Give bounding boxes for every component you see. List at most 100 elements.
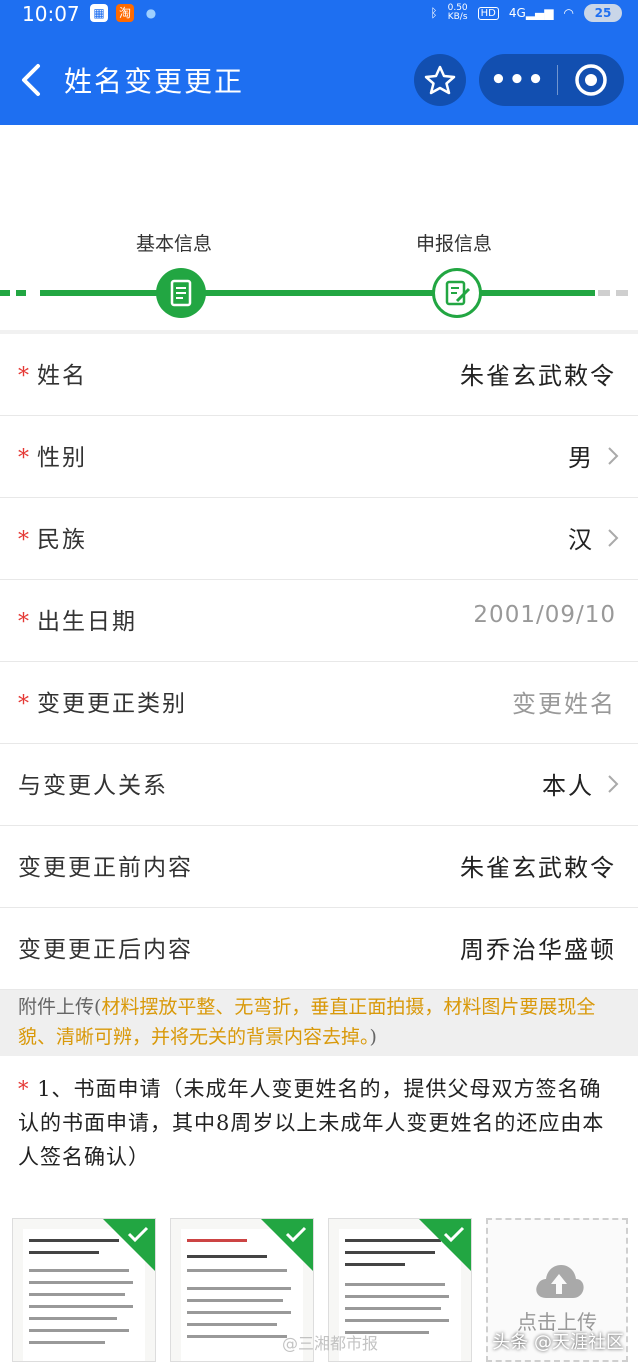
row-label: * 民族 bbox=[18, 520, 87, 554]
network-speed: 0.50 KB/s bbox=[448, 4, 468, 22]
row-before-content: 变更更正前内容 朱雀玄武敕令 bbox=[0, 826, 638, 908]
required-mark: * bbox=[18, 446, 31, 471]
row-label-text: 出生日期 bbox=[37, 609, 137, 635]
attachment-notice: 附件上传(材料摆放平整、无弯折，垂直正面拍摄，材料图片要展现全貌、清晰可辨，并将… bbox=[0, 990, 638, 1056]
row-label-text: 变更更正类别 bbox=[37, 691, 187, 717]
row-birthdate: * 出生日期 2001/09/10 bbox=[0, 580, 638, 662]
check-icon bbox=[443, 1226, 465, 1243]
page-title: 姓名变更更正 bbox=[64, 65, 245, 98]
requirement-item-1: * 1、书面申请（未成年人变更姓名的，提供父母双方签名确认的书面申请，其中8周岁… bbox=[0, 1072, 638, 1174]
birthdate-value: 2001/09/10 bbox=[473, 602, 616, 628]
step-dash-right bbox=[598, 290, 628, 296]
change-category-value: 变更姓名 bbox=[512, 690, 616, 718]
row-label-text: 姓名 bbox=[37, 363, 87, 389]
row-ethnicity[interactable]: * 民族 汉 bbox=[0, 498, 638, 580]
notification-icons: ▦ 淘 ● bbox=[90, 4, 160, 22]
battery-indicator: 25 bbox=[584, 4, 622, 22]
chevron-right-icon bbox=[608, 447, 619, 465]
row-label: * 姓名 bbox=[18, 356, 87, 390]
doc-line bbox=[187, 1311, 291, 1314]
status-bar: 10:07 ▦ 淘 ● ᛒ 0.50 KB/s HD 4G▂▄▆ ◠ 25 bbox=[0, 0, 638, 30]
name-value: 朱雀玄武敕令 bbox=[460, 362, 616, 390]
miniapp-capsule: ••• bbox=[479, 54, 624, 106]
doc-line bbox=[187, 1335, 287, 1338]
chevron-right-icon bbox=[608, 529, 619, 547]
doc-line bbox=[345, 1319, 449, 1322]
row-change-category: * 变更更正类别 变更姓名 bbox=[0, 662, 638, 744]
doc-line bbox=[345, 1295, 449, 1298]
target-icon bbox=[575, 64, 607, 96]
back-button[interactable] bbox=[16, 60, 46, 100]
network-speed-unit: KB/s bbox=[447, 12, 468, 22]
status-time: 10:07 bbox=[22, 2, 80, 26]
signal-type: 4G bbox=[508, 6, 526, 20]
doc-line bbox=[29, 1317, 117, 1320]
doc-line bbox=[345, 1263, 405, 1266]
uploaded-image-1[interactable] bbox=[12, 1218, 156, 1362]
doc-line bbox=[187, 1255, 267, 1258]
required-mark: * bbox=[18, 364, 31, 389]
attachment-instructions: 材料摆放平整、无弯折，垂直正面拍摄，材料图片要展现全貌、清晰可辨，并将无关的背景… bbox=[18, 996, 596, 1048]
more-button[interactable]: ••• bbox=[479, 67, 557, 93]
doc-line bbox=[345, 1307, 441, 1310]
doc-line bbox=[29, 1305, 133, 1308]
star-icon bbox=[424, 65, 456, 95]
step-label-declare: 申报信息 bbox=[416, 233, 493, 255]
watermark-credit: 头条 @天涯社区 bbox=[492, 1332, 624, 1353]
doc-line bbox=[29, 1251, 99, 1254]
step-basic-info[interactable] bbox=[156, 268, 206, 318]
bluetooth-icon: ᛒ bbox=[430, 6, 438, 20]
step-declare-info[interactable] bbox=[432, 268, 482, 318]
watermark-source: @三湘都市报 bbox=[282, 1334, 379, 1353]
attachment-close: ) bbox=[369, 1026, 377, 1048]
qq-icon: ● bbox=[145, 6, 157, 20]
relationship-value: 本人 bbox=[542, 772, 594, 800]
row-label: * 出生日期 bbox=[18, 602, 137, 636]
before-content-value: 朱雀玄武敕令 bbox=[460, 854, 616, 882]
row-name: * 姓名 朱雀玄武敕令 bbox=[0, 334, 638, 416]
top-bar: 10:07 ▦ 淘 ● ᛒ 0.50 KB/s HD 4G▂▄▆ ◠ 25 姓名… bbox=[0, 0, 638, 125]
requirement-text: 1、书面申请（未成年人变更姓名的，提供父母双方签名确认的书面申请，其中8周岁以上… bbox=[18, 1077, 605, 1169]
document-icon bbox=[170, 279, 192, 307]
hd-badge: HD bbox=[477, 6, 499, 20]
doc-line bbox=[345, 1283, 445, 1286]
required-mark: * bbox=[18, 1077, 30, 1101]
cloud-upload-icon bbox=[536, 1265, 584, 1298]
signal-indicator: 4G▂▄▆ bbox=[509, 6, 554, 20]
row-label: * 变更更正类别 bbox=[18, 684, 187, 718]
edit-form-icon bbox=[445, 280, 471, 306]
status-right: ᛒ 0.50 KB/s HD 4G▂▄▆ ◠ 25 bbox=[430, 4, 622, 22]
row-label: * 性别 bbox=[18, 438, 87, 472]
doc-line bbox=[187, 1299, 283, 1302]
row-label-text: 变更更正后内容 bbox=[18, 937, 193, 963]
step-progress-line bbox=[40, 290, 595, 296]
doc-line bbox=[29, 1281, 133, 1284]
wifi-icon: ◠ bbox=[563, 6, 574, 20]
required-mark: * bbox=[18, 528, 31, 553]
signal-bars-icon: ▂▄▆ bbox=[525, 6, 554, 20]
after-content-value: 周乔治华盛顿 bbox=[460, 936, 616, 964]
step-dash-left bbox=[0, 290, 26, 296]
attachment-heading: 附件上传( bbox=[18, 996, 102, 1018]
chevron-right-icon bbox=[608, 775, 619, 793]
doc-line bbox=[187, 1323, 277, 1326]
doc-line bbox=[29, 1341, 105, 1344]
ethnicity-value: 汉 bbox=[568, 526, 594, 554]
required-mark: * bbox=[18, 610, 31, 635]
required-mark: * bbox=[18, 692, 31, 717]
doc-line bbox=[29, 1329, 129, 1332]
row-after-content: 变更更正后内容 周乔治华盛顿 bbox=[0, 908, 638, 990]
close-miniapp-button[interactable] bbox=[558, 62, 624, 98]
row-label-text: 性别 bbox=[37, 445, 87, 471]
row-relationship[interactable]: 与变更人关系 本人 bbox=[0, 744, 638, 826]
progress-steps: 基本信息 申报信息 bbox=[0, 125, 638, 333]
row-label-text: 变更更正前内容 bbox=[18, 855, 193, 881]
taobao-icon: 淘 bbox=[116, 4, 134, 22]
doc-line bbox=[187, 1239, 247, 1242]
row-gender[interactable]: * 性别 男 bbox=[0, 416, 638, 498]
favorite-button[interactable] bbox=[414, 54, 466, 106]
gender-value: 男 bbox=[568, 444, 594, 472]
chevron-left-icon bbox=[22, 64, 40, 96]
doc-line bbox=[187, 1287, 291, 1290]
check-icon bbox=[127, 1226, 149, 1243]
